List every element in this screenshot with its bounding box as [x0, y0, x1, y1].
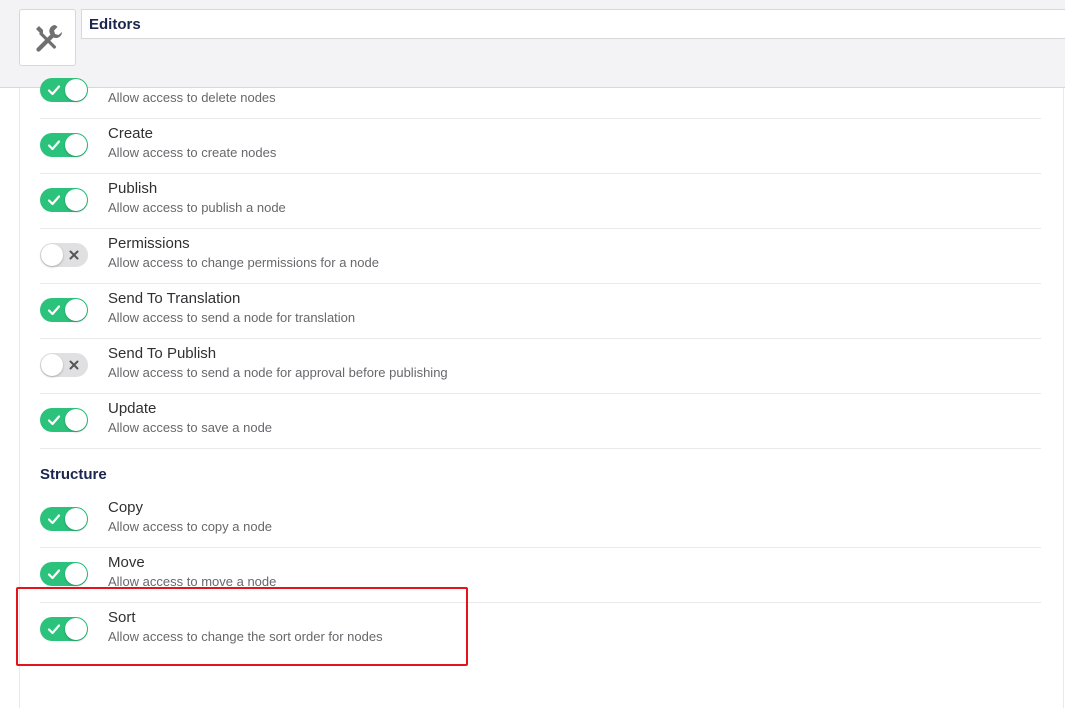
permission-title: Create: [108, 125, 154, 142]
check-icon: [47, 512, 61, 526]
group-icon-button[interactable]: [19, 9, 76, 66]
permission-title: Copy: [108, 499, 144, 516]
permission-toggle[interactable]: [40, 408, 88, 432]
permission-title: Permissions: [108, 235, 190, 252]
check-icon: [47, 413, 61, 427]
toggle-knob: [65, 79, 87, 101]
permission-row: Move Allow access to move a node: [40, 547, 1041, 603]
permission-toggle[interactable]: [40, 617, 88, 641]
permission-description: Allow access to send a node for approval…: [108, 365, 448, 380]
permission-description: Allow access to create nodes: [108, 145, 277, 160]
permission-title: Publish: [108, 180, 158, 197]
permission-toggle[interactable]: [40, 507, 88, 531]
permission-row: Copy Allow access to copy a node: [40, 492, 1041, 548]
toggle-knob: [65, 409, 87, 431]
check-icon: [47, 622, 61, 636]
permission-toggle[interactable]: [40, 298, 88, 322]
permission-description: Allow access to copy a node: [108, 519, 273, 534]
toggle-knob: [65, 134, 87, 156]
permission-toggle[interactable]: [40, 562, 88, 586]
check-icon: [47, 567, 61, 581]
permission-row: Publish Allow access to publish a node: [40, 173, 1041, 229]
x-icon: [67, 248, 81, 262]
toggle-knob: [65, 563, 87, 585]
toggle-knob: [65, 618, 87, 640]
check-icon: [47, 303, 61, 317]
permission-row: Send To Publish Allow access to send a no…: [40, 338, 1041, 394]
check-icon: [47, 138, 61, 152]
permission-row: Permissions Allow access to change permis…: [40, 228, 1041, 284]
permission-toggle[interactable]: [40, 133, 88, 157]
permission-title: Send To Translation: [108, 290, 241, 307]
toggle-knob: [41, 244, 63, 266]
permission-row: Send To Translation Allow access to send …: [40, 283, 1041, 339]
check-icon: [47, 193, 61, 207]
tools-icon: [35, 24, 62, 52]
section-heading-structure: Structure: [40, 466, 107, 483]
permission-description: Allow access to publish a node: [108, 200, 286, 215]
permission-title: Move: [108, 554, 145, 571]
permission-toggle[interactable]: [40, 243, 88, 267]
group-name-input[interactable]: [81, 9, 1065, 39]
permission-description: Allow access to save a node: [108, 420, 273, 435]
check-icon: [47, 83, 61, 97]
permission-row: Sort Allow access to change the sort orde…: [40, 602, 1041, 657]
permission-description: Allow access to send a node for translat…: [108, 310, 356, 325]
permission-row: Create Allow access to create nodes: [40, 118, 1041, 174]
permission-title: Update: [108, 400, 157, 417]
toggle-knob: [65, 299, 87, 321]
permission-description: Allow access to delete nodes: [108, 90, 276, 105]
permission-toggle[interactable]: [40, 353, 88, 377]
permission-title: Send To Publish: [108, 345, 217, 362]
permission-toggle[interactable]: [40, 78, 88, 102]
toggle-knob: [41, 354, 63, 376]
permission-title: Sort: [108, 609, 136, 626]
permission-toggle[interactable]: [40, 188, 88, 212]
permission-description: Allow access to move a node: [108, 574, 277, 589]
toggle-knob: [65, 189, 87, 211]
x-icon: [67, 358, 81, 372]
permission-description: Allow access to change the sort order fo…: [108, 629, 383, 644]
permission-row: Allow access to delete nodes: [40, 63, 1041, 119]
toggle-knob: [65, 508, 87, 530]
permission-row: Update Allow access to save a node: [40, 393, 1041, 449]
permission-description: Allow access to change permissions for a…: [108, 255, 379, 270]
